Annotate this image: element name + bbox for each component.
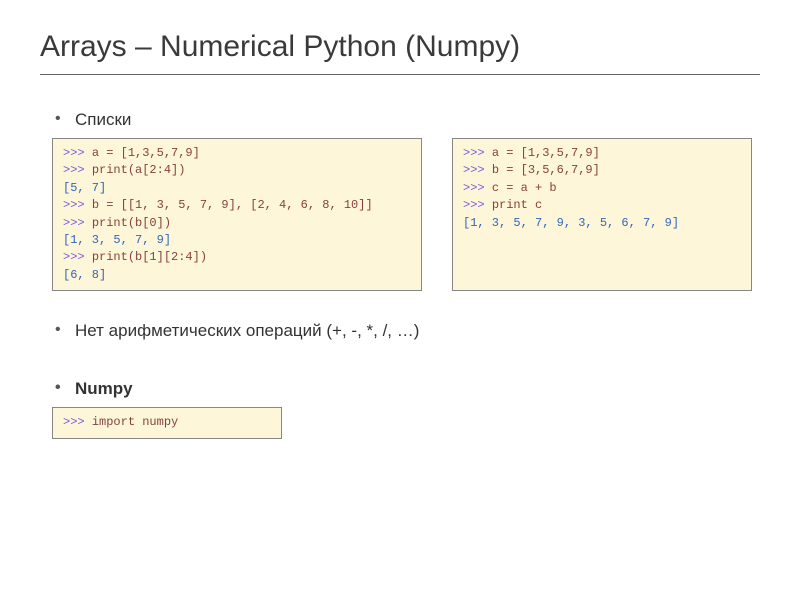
codebox-left: >>> a = [1,3,5,7,9] >>> print(a[2:4]) [5… (52, 138, 422, 291)
slide-title: Arrays – Numerical Python (Numpy) (40, 30, 760, 64)
bullet-noarith: Нет арифметических операций (+, -, *, /,… (75, 321, 760, 341)
codebox-right: >>> a = [1,3,5,7,9] >>> b = [3,5,6,7,9] … (452, 138, 752, 291)
bullet-lists: Списки (75, 110, 760, 130)
code-row: >>> a = [1,3,5,7,9] >>> print(a[2:4]) [5… (40, 138, 760, 291)
codebox-import: >>> import numpy (52, 407, 282, 438)
bullet-numpy: Numpy (75, 379, 760, 399)
title-divider (40, 74, 760, 75)
